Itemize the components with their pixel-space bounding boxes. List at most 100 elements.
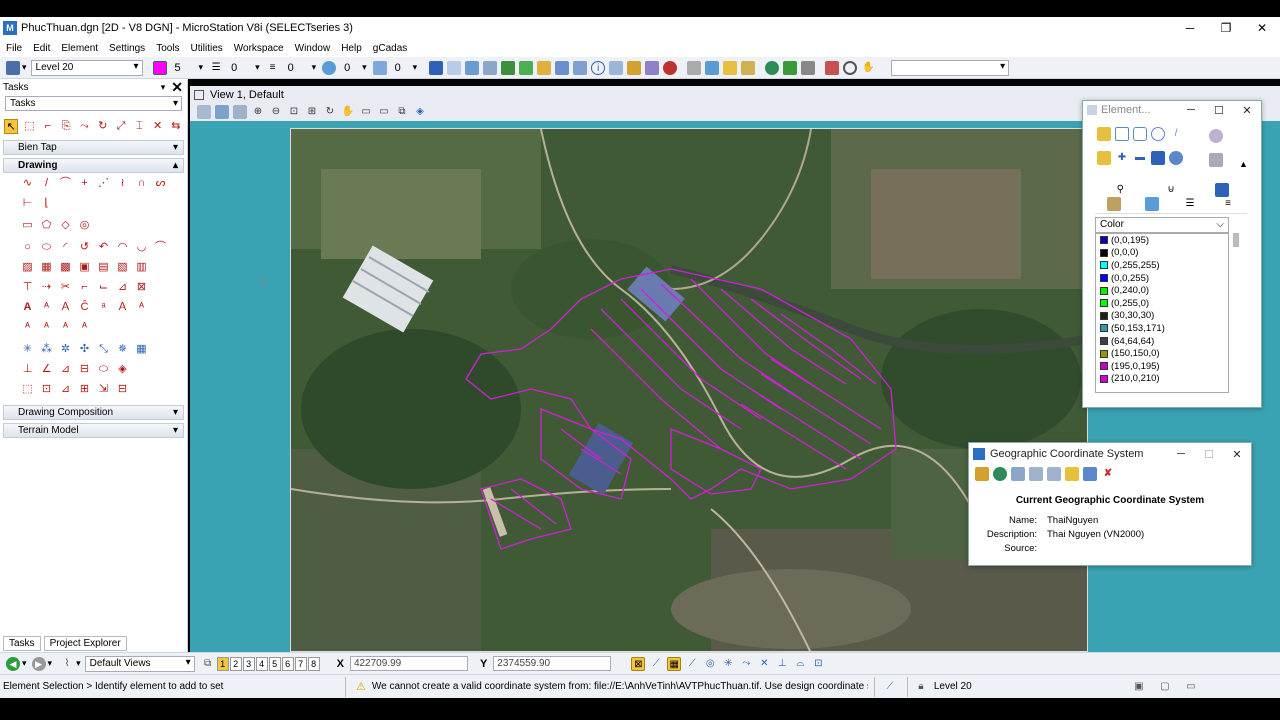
- move-icon[interactable]: ⤳: [77, 119, 91, 134]
- list-item[interactable]: (0,255,255): [1096, 259, 1228, 272]
- list-item[interactable]: (195,0,195): [1096, 360, 1228, 373]
- menu-utilities[interactable]: Utilities: [191, 43, 223, 54]
- tab-tasks[interactable]: Tasks: [3, 636, 41, 651]
- arc-edit-icon[interactable]: ⌒: [153, 240, 168, 255]
- snap-center-icon[interactable]: ◎: [703, 657, 717, 671]
- text-spell-icon[interactable]: Ａ: [58, 300, 73, 315]
- group-select-icon[interactable]: [1097, 151, 1111, 165]
- collapse-icon[interactable]: ▲: [1239, 159, 1248, 169]
- pan-view-icon[interactable]: ✋: [341, 105, 355, 119]
- snap-perpendicular-icon[interactable]: ⊥: [775, 657, 789, 671]
- satellite-image-map[interactable]: [290, 128, 1088, 652]
- active-color-swatch[interactable]: [152, 60, 167, 75]
- drop-icon[interactable]: ⇲: [96, 382, 111, 397]
- folder-icon[interactable]: [1065, 467, 1079, 481]
- open-icon[interactable]: [975, 467, 989, 481]
- fillet-icon[interactable]: ⌐: [77, 280, 92, 295]
- stream-icon[interactable]: ≀: [115, 176, 130, 191]
- delete-element-icon[interactable]: ⌐: [41, 119, 55, 134]
- level-dropdown[interactable]: Level 20: [30, 59, 143, 76]
- snap-bisector-icon[interactable]: ⟋: [685, 657, 699, 671]
- invert-icon[interactable]: [1151, 151, 1165, 165]
- menu-element[interactable]: Element: [61, 43, 98, 54]
- element-selection-icon[interactable]: ↖: [4, 118, 19, 134]
- delete-icon[interactable]: [663, 60, 678, 75]
- view-8-button[interactable]: 8: [307, 656, 320, 671]
- close-button[interactable]: ✕: [1244, 21, 1280, 35]
- trim-icon[interactable]: ⊤: [20, 280, 35, 295]
- level-display-icon[interactable]: [537, 60, 552, 75]
- from-reference-icon[interactable]: [1029, 467, 1043, 481]
- references-icon[interactable]: [483, 60, 498, 75]
- place-line-icon[interactable]: /: [39, 176, 54, 191]
- view-attributes-icon[interactable]: [197, 105, 211, 119]
- group-icon[interactable]: ⬚: [20, 382, 35, 397]
- snap-nearest-icon[interactable]: ⟋: [649, 657, 663, 671]
- minimize-button[interactable]: ─: [1167, 448, 1195, 461]
- back-icon[interactable]: ◀: [6, 656, 20, 671]
- zoom-icon[interactable]: [843, 60, 858, 75]
- linestyle-value[interactable]: 0: [231, 62, 255, 74]
- section-drawing-composition[interactable]: Drawing Composition: [3, 405, 184, 420]
- quarter-icon[interactable]: ◡: [134, 240, 149, 255]
- merge-icon[interactable]: ⊟: [115, 382, 130, 397]
- section-drawing[interactable]: Drawing: [3, 158, 184, 173]
- snap-intersection-icon[interactable]: ⤳: [739, 657, 753, 671]
- rectangle-icon[interactable]: ▭: [20, 218, 35, 233]
- weight-value[interactable]: 0: [288, 62, 312, 74]
- window-area-icon[interactable]: ⊡: [287, 105, 301, 119]
- tab-general-icon[interactable]: ⚲: [1113, 183, 1127, 197]
- display-text-icon[interactable]: Ａ: [115, 300, 130, 315]
- accudraw-status-icon[interactable]: ⟋: [883, 680, 897, 694]
- view-7-button[interactable]: 7: [294, 656, 307, 671]
- view-previous-icon[interactable]: ▭: [359, 105, 373, 119]
- grid-icon[interactable]: [687, 60, 702, 75]
- modified-icon[interactable]: ▢: [1158, 680, 1172, 694]
- models-icon[interactable]: [465, 60, 480, 75]
- text-edit-icon[interactable]: ᴬ: [39, 300, 54, 315]
- list-item[interactable]: (210,0,210): [1096, 373, 1228, 386]
- transparency-value[interactable]: 0: [344, 62, 362, 74]
- note-icon[interactable]: Ĉ: [77, 300, 92, 315]
- menu-window[interactable]: Window: [295, 43, 331, 54]
- snap-parallel-icon[interactable]: ⌓: [793, 657, 807, 671]
- menu-gcadas[interactable]: gCadas: [373, 43, 407, 54]
- edit-icon[interactable]: [705, 60, 720, 75]
- lock-icon[interactable]: ⊿: [58, 382, 73, 397]
- ungroup-icon[interactable]: ⊡: [39, 382, 54, 397]
- view-4-button[interactable]: 4: [255, 656, 268, 671]
- maximize-button[interactable]: ☐: [1195, 448, 1223, 461]
- priority-value[interactable]: 0: [395, 62, 413, 74]
- dim-radial-icon[interactable]: ⊿: [58, 362, 73, 377]
- rotate-icon[interactable]: ↻: [96, 119, 110, 134]
- unlock-icon[interactable]: ⊞: [77, 382, 92, 397]
- lock-icon[interactable]: 🔒︎: [914, 680, 928, 694]
- menu-edit[interactable]: Edit: [33, 43, 50, 54]
- text-increment-icon[interactable]: ᴬ: [20, 320, 35, 335]
- accudraw-icon[interactable]: [573, 60, 588, 75]
- y-coordinate-field[interactable]: 2374559.90: [493, 656, 612, 671]
- dimension-icon[interactable]: ⌊: [39, 196, 54, 211]
- print-icon[interactable]: [825, 60, 840, 75]
- zoom-out-icon[interactable]: ⊖: [269, 105, 283, 119]
- list-item[interactable]: (0,0,0): [1096, 247, 1228, 260]
- delete-pattern-icon[interactable]: ▧: [115, 260, 130, 275]
- layers-icon[interactable]: [519, 60, 534, 75]
- zoom-in-icon[interactable]: ⊕: [251, 105, 265, 119]
- cursor-icon[interactable]: [1209, 153, 1223, 167]
- pan-hand-icon[interactable]: ✋: [861, 61, 875, 75]
- analyze-icon[interactable]: [645, 60, 660, 75]
- tab-symbology-icon[interactable]: ⊍: [1164, 183, 1178, 197]
- category-dropdown[interactable]: Color ⌵: [1095, 217, 1229, 233]
- ellipse-icon[interactable]: ⬭: [39, 240, 54, 255]
- point-icon[interactable]: +: [77, 176, 92, 191]
- close-button[interactable]: ✕: [1233, 104, 1261, 117]
- tab-color-icon[interactable]: [1145, 197, 1159, 211]
- text-match-icon[interactable]: ᵃ: [96, 300, 111, 315]
- level-manager-icon[interactable]: [6, 60, 20, 75]
- list-item[interactable]: (0,0,195): [1096, 234, 1228, 247]
- search-dropdown[interactable]: [891, 59, 1010, 76]
- modify-arc-icon[interactable]: ↺: [77, 240, 92, 255]
- raster-manager-icon[interactable]: [501, 60, 516, 75]
- arc-angle-icon[interactable]: ↶: [96, 240, 111, 255]
